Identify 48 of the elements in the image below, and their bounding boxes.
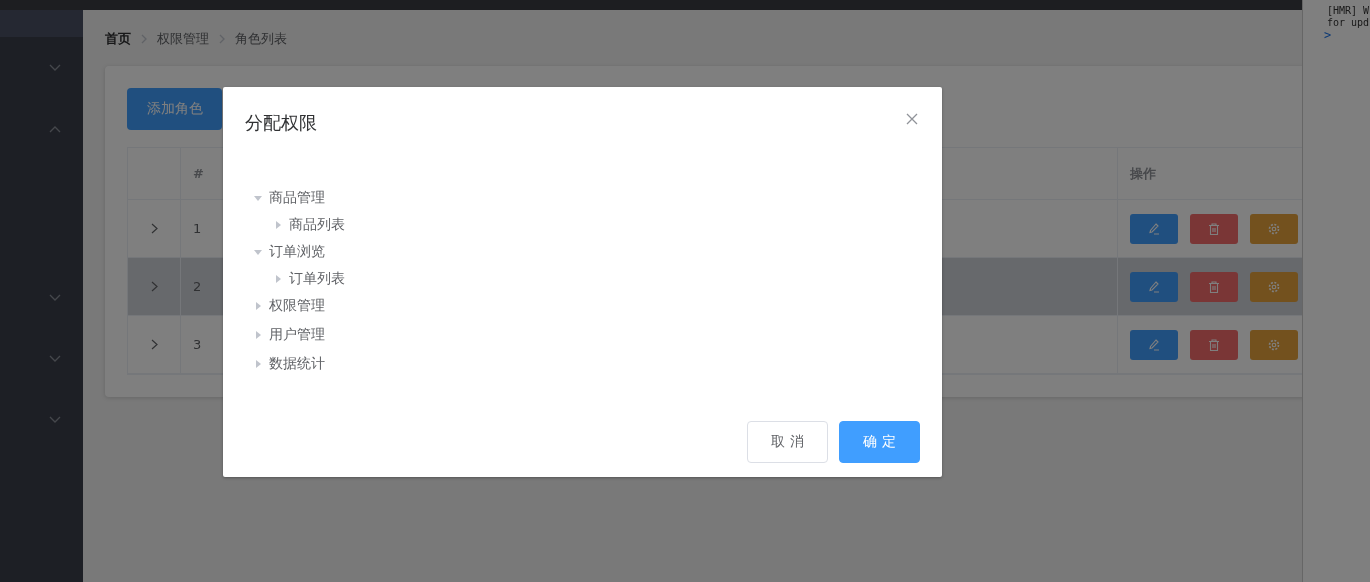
gear-icon <box>1267 221 1281 236</box>
chevron-icon[interactable] <box>49 124 61 133</box>
chevron-icon[interactable] <box>49 415 61 424</box>
caret-icon[interactable] <box>273 219 283 230</box>
pencil-icon <box>1147 221 1161 236</box>
chevron-icon[interactable] <box>49 63 61 72</box>
edit-button[interactable] <box>1130 329 1178 360</box>
tree-node-label[interactable]: 订单列表 <box>289 269 345 288</box>
settings-button[interactable] <box>1250 271 1298 302</box>
caret-icon[interactable] <box>253 358 263 369</box>
active-menu-item[interactable] <box>0 10 83 37</box>
delete-button[interactable] <box>1190 271 1238 302</box>
cancel-button[interactable]: 取 消 <box>747 421 828 463</box>
console-line: [HMR] W <box>1327 5 1370 17</box>
expand-row-icon[interactable] <box>150 339 158 350</box>
chevron-right-icon <box>219 34 225 44</box>
breadcrumb-item: 角色列表 <box>235 30 287 48</box>
pencil-icon <box>1147 337 1161 352</box>
tree-node-label[interactable]: 权限管理 <box>269 296 325 315</box>
breadcrumb-item: 权限管理 <box>157 30 209 48</box>
chevron-icon[interactable] <box>49 293 61 302</box>
caret-icon[interactable] <box>253 300 263 311</box>
delete-button[interactable] <box>1190 213 1238 244</box>
gear-icon <box>1267 337 1281 352</box>
close-icon <box>906 113 918 125</box>
expand-row-icon[interactable] <box>150 281 158 292</box>
trash-icon <box>1207 337 1221 352</box>
dialog-title: 分配权限 <box>245 111 317 135</box>
edit-button[interactable] <box>1130 213 1178 244</box>
edit-button[interactable] <box>1130 271 1178 302</box>
trash-icon <box>1207 221 1221 236</box>
caret-icon[interactable] <box>273 273 283 284</box>
settings-button[interactable] <box>1250 213 1298 244</box>
settings-button[interactable] <box>1250 329 1298 360</box>
trash-icon <box>1207 279 1221 294</box>
tree-node-label[interactable]: 订单浏览 <box>269 242 325 261</box>
expand-row-icon[interactable] <box>150 223 158 234</box>
caret-icon[interactable] <box>253 329 263 340</box>
tree-node-label[interactable]: 商品列表 <box>289 215 345 234</box>
tree-node-label[interactable]: 数据统计 <box>269 354 325 373</box>
delete-button[interactable] <box>1190 329 1238 360</box>
console-line: for upd <box>1327 17 1370 29</box>
gear-icon <box>1267 279 1281 294</box>
pencil-icon <box>1147 279 1161 294</box>
chevron-icon[interactable] <box>49 354 61 363</box>
chevron-right-icon <box>141 34 147 44</box>
tree-node-label[interactable]: 用户管理 <box>269 325 325 344</box>
breadcrumb-item[interactable]: 首页 <box>105 30 131 48</box>
